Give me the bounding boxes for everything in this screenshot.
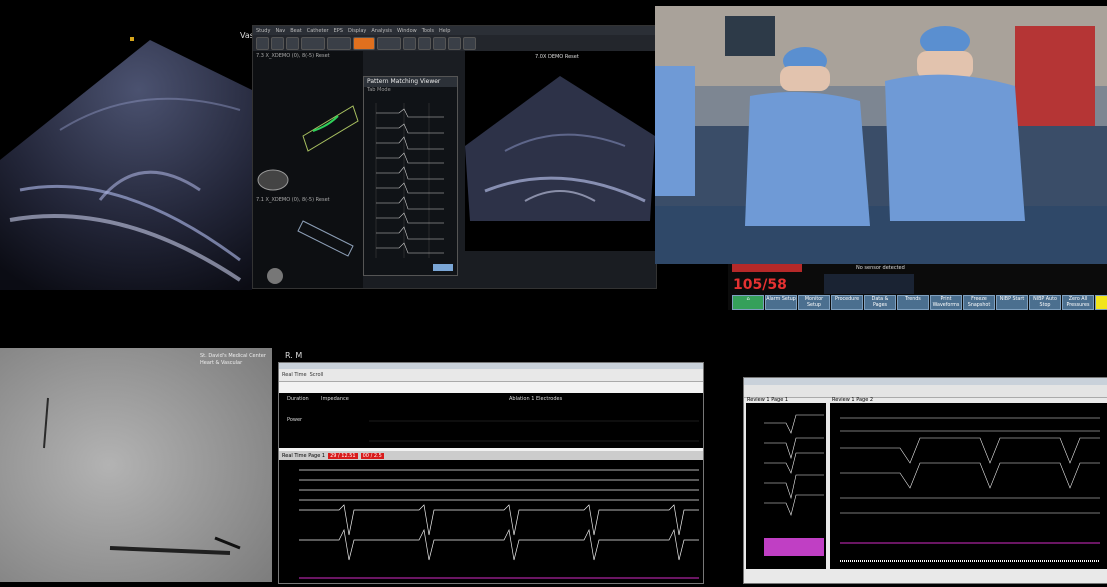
echo-workstation-window: Study Nav Beat Catheter EPS Display Analysis Wi… bbox=[252, 25, 657, 289]
toolbar-button[interactable] bbox=[271, 36, 284, 50]
blood-pressure-readout: 105/58 bbox=[733, 277, 787, 293]
menu-item[interactable]: Display bbox=[348, 28, 366, 34]
pmv-ok-button[interactable] bbox=[433, 264, 453, 271]
sensor-status: No sensor detected bbox=[856, 265, 905, 271]
echo-marker bbox=[130, 37, 134, 41]
power-label: Power bbox=[287, 417, 303, 423]
alarm-setup-button[interactable]: Alarm Setup bbox=[765, 295, 797, 310]
catheter-view-2 bbox=[297, 220, 354, 257]
ablation-panel: Duration Impedance Power Ablation 1 Elec… bbox=[279, 393, 703, 448]
home-button[interactable]: ⌂ bbox=[732, 295, 764, 310]
menu-item[interactable]: Nav bbox=[275, 28, 285, 34]
echo-ultrasound-panel: Vas bbox=[0, 0, 254, 305]
toolbar-button[interactable] bbox=[418, 36, 431, 50]
nibp-auto-stop-button[interactable]: NIBP Auto Stop bbox=[1029, 295, 1061, 310]
fluoroscopy-panel: St. David's Medical Center Heart & Vascu… bbox=[0, 348, 272, 582]
scroll-select[interactable]: Scroll bbox=[310, 372, 324, 378]
workstation-toolbar bbox=[253, 35, 656, 51]
ecg-traces bbox=[299, 469, 699, 579]
procedure-room-video bbox=[655, 6, 1107, 264]
view-label: 7.3 X_XDEMO (0), 8(-5) Reset bbox=[256, 53, 330, 59]
view-label: 7.1 X_XDEMO (0), 8(-5) Reset bbox=[256, 197, 330, 203]
menu-item[interactable]: Window bbox=[397, 28, 417, 34]
zero-all-pressures-button[interactable]: Zero All Pressures bbox=[1062, 295, 1094, 310]
review-pane-1 bbox=[746, 403, 826, 569]
menu-item[interactable]: Study bbox=[256, 28, 270, 34]
review-pane-2 bbox=[830, 403, 1107, 569]
freeze-snapshot-button[interactable]: Freeze Snapshot bbox=[963, 295, 995, 310]
trends-button[interactable]: Trends bbox=[897, 295, 929, 310]
fluoro-image bbox=[0, 348, 272, 582]
pmv-signal-grid bbox=[375, 103, 444, 258]
toolbar-button[interactable] bbox=[403, 36, 416, 50]
toolbar-button[interactable] bbox=[286, 36, 299, 50]
menu-item[interactable]: Catheter bbox=[307, 28, 329, 34]
fluoro-site-label-2: Heart & Vascular bbox=[200, 360, 243, 366]
alert-badge: 29 / 12.51 bbox=[328, 452, 358, 459]
ep1-toolbar: Real Time Scroll bbox=[279, 369, 703, 382]
alert-button[interactable]: ⚠ bbox=[1095, 295, 1107, 310]
toolbar-button[interactable] bbox=[327, 36, 351, 50]
echo-image bbox=[0, 40, 252, 290]
ice-echo-view: 7.0X DEMO Reset bbox=[465, 51, 656, 251]
mode-select[interactable]: Real Time bbox=[282, 372, 307, 378]
live-ecg-panel: Real Time Page 1 29 / 12.51 00 / 2.5 bbox=[279, 451, 703, 583]
monitor-setup-button[interactable]: Monitor Setup bbox=[798, 295, 830, 310]
workstation-menubar: Study Nav Beat Catheter EPS Display Analysis Wi… bbox=[253, 26, 656, 35]
ep1-title: R. M bbox=[285, 351, 303, 360]
data-pages-button[interactable]: Data & Pages bbox=[864, 295, 896, 310]
active-mode-button[interactable] bbox=[353, 36, 375, 50]
toolbar-button[interactable] bbox=[463, 36, 476, 50]
menu-item[interactable]: Beat bbox=[290, 28, 302, 34]
menu-item[interactable]: Tools bbox=[422, 28, 434, 34]
pmv-title: Pattern Matching Viewer bbox=[364, 77, 457, 87]
orientation-dial bbox=[257, 169, 289, 191]
menu-item[interactable]: Help bbox=[439, 28, 450, 34]
toolbar-button[interactable] bbox=[256, 36, 269, 50]
heart-icon bbox=[267, 268, 283, 284]
ep1-page-bar: Real Time Page 1 29 / 12.51 00 / 2.5 bbox=[279, 451, 703, 460]
ep-review-window: Review 1 Page 1 Review 1 Page 2 bbox=[743, 377, 1107, 584]
ep2-toolbar bbox=[744, 385, 1107, 398]
toolbar-button[interactable] bbox=[433, 36, 446, 50]
ep2-header bbox=[744, 378, 1107, 385]
toolbar-button[interactable] bbox=[448, 36, 461, 50]
page-label: Real Time Page 1 bbox=[282, 452, 326, 459]
catheter-view bbox=[302, 105, 359, 152]
impedance-label: Impedance bbox=[321, 396, 349, 402]
ep-recording-window: Real Time Scroll Duration Impedance Powe… bbox=[278, 362, 704, 584]
alert-badge: 00 / 2.5 bbox=[360, 452, 384, 459]
procedure-button[interactable]: Procedure bbox=[831, 295, 863, 310]
video-scene bbox=[655, 6, 1107, 264]
print-waveforms-button[interactable]: Print Waveforms bbox=[930, 295, 962, 310]
fluoro-site-label: St. David's Medical Center bbox=[200, 353, 266, 359]
pattern-matching-viewer[interactable]: Pattern Matching Viewer Tab Mode bbox=[363, 76, 458, 276]
map-view-panel[interactable]: 7.3 X_XDEMO (0), 8(-5) Reset 7.1 X_XDEMO… bbox=[253, 51, 363, 288]
toolbar-button[interactable] bbox=[377, 36, 401, 50]
toolbar-button[interactable] bbox=[301, 36, 325, 50]
monitor-alarm-bar bbox=[732, 264, 802, 272]
monitor-readout bbox=[824, 274, 914, 294]
duration-label: Duration bbox=[287, 396, 309, 402]
menu-item[interactable]: EPS bbox=[334, 28, 343, 34]
menu-item[interactable]: Analysis bbox=[371, 28, 392, 34]
nibp-start-button[interactable]: NIBP Start bbox=[996, 295, 1028, 310]
monitor-button-bar: ⌂ Alarm Setup Monitor Setup Procedure Da… bbox=[732, 295, 1107, 310]
